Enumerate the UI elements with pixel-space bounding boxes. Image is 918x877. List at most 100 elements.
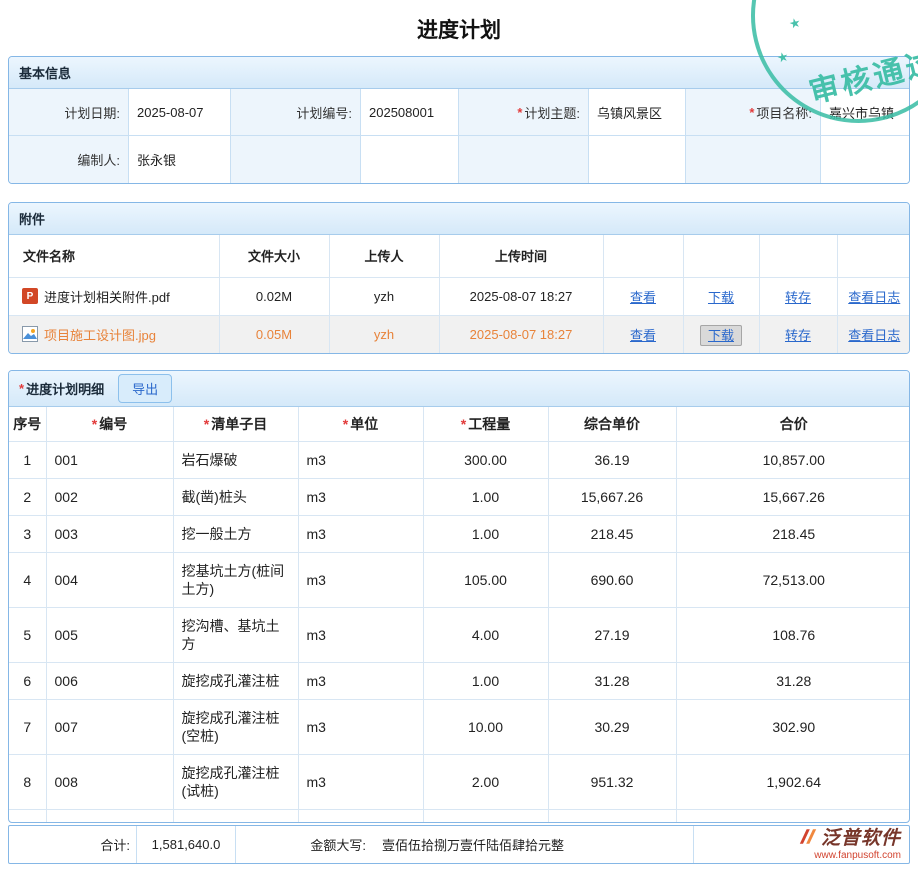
project-name-value: 嘉兴市乌镇 bbox=[821, 89, 909, 136]
detail-row: 5 005 挖沟槽、基坑土方 m3 4.00 27.19 108.76 bbox=[9, 607, 910, 662]
cell-price: 30.29 bbox=[548, 699, 676, 754]
cell-qty: 105.00 bbox=[423, 552, 548, 607]
plan-subject-label: *计划主题: bbox=[459, 89, 589, 136]
attachments-table: 文件名称 文件大小 上传人 上传时间 P 进度计划相关附件.pdf 0.02M … bbox=[9, 235, 910, 353]
image-file-icon bbox=[22, 326, 38, 342]
amount-words-value: 壹佰伍拾捌万壹仟陆佰肆拾元整 bbox=[372, 826, 694, 863]
cell-seq: 6 bbox=[9, 662, 46, 699]
cell-total: 302.90 bbox=[676, 699, 910, 754]
attachment-uploader: yzh bbox=[329, 315, 439, 353]
total-label: 合计: bbox=[9, 835, 136, 854]
attachment-file-name: 进度计划相关附件.pdf bbox=[44, 287, 170, 306]
cell-code: 008 bbox=[46, 754, 173, 809]
empty-cell bbox=[686, 136, 821, 183]
detail-row: 4 004 挖基坑土方(桩间土方) m3 105.00 690.60 72,51… bbox=[9, 552, 910, 607]
basic-info-section: 基本信息 计划日期: 2025-08-07 计划编号: 202508001 *计… bbox=[8, 56, 910, 184]
col-action-view bbox=[603, 235, 683, 277]
attachment-row[interactable]: P 进度计划相关附件.pdf 0.02M yzh 2025-08-07 18:2… bbox=[9, 277, 910, 315]
cell-unit: m3 bbox=[298, 478, 423, 515]
creator-label: 编制人: bbox=[9, 136, 129, 183]
details-header-row: 序号 *编号 *清单子目 *单位 *工程量 综合单价 合价 bbox=[9, 407, 910, 441]
col-qty: *工程量 bbox=[423, 407, 548, 441]
col-file-name: 文件名称 bbox=[9, 235, 219, 277]
cell-seq: 7 bbox=[9, 699, 46, 754]
cell-total: 10,857.00 bbox=[676, 441, 910, 478]
cell-total: 31.28 bbox=[676, 662, 910, 699]
details-table: 序号 *编号 *清单子目 *单位 *工程量 综合单价 合价 1 001 岩石爆破… bbox=[9, 407, 910, 822]
cell-qty: 1.00 bbox=[423, 478, 548, 515]
attachment-file-name: 项目施工设计图.jpg bbox=[44, 325, 156, 344]
cell-code: 003 bbox=[46, 515, 173, 552]
total-value: 1,581,640.0 bbox=[136, 826, 236, 863]
cell-unit: m3 bbox=[298, 515, 423, 552]
cell-unit: m3 bbox=[298, 552, 423, 607]
save-as-link[interactable]: 转存 bbox=[785, 290, 811, 305]
plan-number-label: 计划编号: bbox=[231, 89, 361, 136]
cell-qty: 300.00 bbox=[423, 441, 548, 478]
detail-row: 3 003 挖一般土方 m3 1.00 218.45 218.45 bbox=[9, 515, 910, 552]
attachment-row[interactable]: 项目施工设计图.jpg 0.05M yzh 2025-08-07 18:27 查… bbox=[9, 315, 910, 353]
cell-seq: 5 bbox=[9, 607, 46, 662]
cell-code: 005 bbox=[46, 607, 173, 662]
brand-logo: 泛普软件 www.fanpusoft.com bbox=[694, 828, 909, 861]
empty-cell bbox=[589, 136, 686, 183]
download-link[interactable]: 下载 bbox=[708, 290, 734, 305]
cell-price: 15,667.26 bbox=[548, 478, 676, 515]
view-log-link[interactable]: 查看日志 bbox=[848, 328, 900, 343]
cell-item: 挖基坑土方(桩间土方) bbox=[173, 552, 298, 607]
required-marker: * bbox=[517, 105, 522, 120]
col-action-download bbox=[683, 235, 759, 277]
col-total: 合价 bbox=[676, 407, 910, 441]
col-action-saveas bbox=[759, 235, 837, 277]
brand-url: www.fanpusoft.com bbox=[694, 850, 901, 862]
required-marker: * bbox=[749, 105, 754, 120]
cell-seq: 3 bbox=[9, 515, 46, 552]
detail-row-clipped bbox=[9, 809, 910, 822]
attachments-header-row: 文件名称 文件大小 上传人 上传时间 bbox=[9, 235, 910, 277]
detail-row: 7 007 旋挖成孔灌注桩(空桩) m3 10.00 30.29 302.90 bbox=[9, 699, 910, 754]
page-title: 进度计划 bbox=[0, 0, 918, 56]
attachment-file-size: 0.05M bbox=[219, 315, 329, 353]
cell-seq: 1 bbox=[9, 441, 46, 478]
details-section: * 进度计划明细 导出 序号 *编号 *清单子目 *单位 *工程量 综合单价 合… bbox=[8, 370, 910, 823]
cell-code: 006 bbox=[46, 662, 173, 699]
cell-total: 1,902.64 bbox=[676, 754, 910, 809]
brand-name: 泛普软件 bbox=[821, 828, 901, 850]
view-link[interactable]: 查看 bbox=[630, 328, 656, 343]
attachment-upload-time: 2025-08-07 18:27 bbox=[439, 315, 603, 353]
empty-cell bbox=[361, 136, 459, 183]
col-item: *清单子目 bbox=[173, 407, 298, 441]
attachments-title: 附件 bbox=[19, 212, 45, 227]
project-name-label: *项目名称: bbox=[686, 89, 821, 136]
cell-item: 截(凿)桩头 bbox=[173, 478, 298, 515]
empty-cell bbox=[821, 136, 909, 183]
cell-unit: m3 bbox=[298, 441, 423, 478]
cell-seq: 4 bbox=[9, 552, 46, 607]
detail-row: 6 006 旋挖成孔灌注桩 m3 1.00 31.28 31.28 bbox=[9, 662, 910, 699]
details-header: * 进度计划明细 导出 bbox=[9, 371, 909, 407]
cell-total: 218.45 bbox=[676, 515, 910, 552]
view-link[interactable]: 查看 bbox=[630, 290, 656, 305]
cell-price: 27.19 bbox=[548, 607, 676, 662]
cell-item: 岩石爆破 bbox=[173, 441, 298, 478]
cell-code: 001 bbox=[46, 441, 173, 478]
cell-item: 旋挖成孔灌注桩(空桩) bbox=[173, 699, 298, 754]
attachment-upload-time: 2025-08-07 18:27 bbox=[439, 277, 603, 315]
download-link[interactable]: 下载 bbox=[700, 325, 742, 346]
export-button[interactable]: 导出 bbox=[118, 374, 172, 403]
cell-code: 007 bbox=[46, 699, 173, 754]
view-log-link[interactable]: 查看日志 bbox=[848, 290, 900, 305]
pdf-file-icon: P bbox=[22, 288, 38, 304]
col-upload-time: 上传时间 bbox=[439, 235, 603, 277]
cell-total: 15,667.26 bbox=[676, 478, 910, 515]
save-as-link[interactable]: 转存 bbox=[785, 328, 811, 343]
cell-qty: 4.00 bbox=[423, 607, 548, 662]
cell-item: 旋挖成孔灌注桩 bbox=[173, 662, 298, 699]
amount-words-label: 金额大写: bbox=[291, 835, 372, 854]
fanpu-logo-icon bbox=[798, 828, 818, 849]
attachments-header: 附件 bbox=[9, 203, 909, 235]
summary-bar: 合计: 1,581,640.0 金额大写: 壹佰伍拾捌万壹仟陆佰肆拾元整 泛普软… bbox=[8, 825, 910, 864]
cell-price: 218.45 bbox=[548, 515, 676, 552]
cell-unit: m3 bbox=[298, 607, 423, 662]
details-title: 进度计划明细 bbox=[26, 379, 104, 398]
